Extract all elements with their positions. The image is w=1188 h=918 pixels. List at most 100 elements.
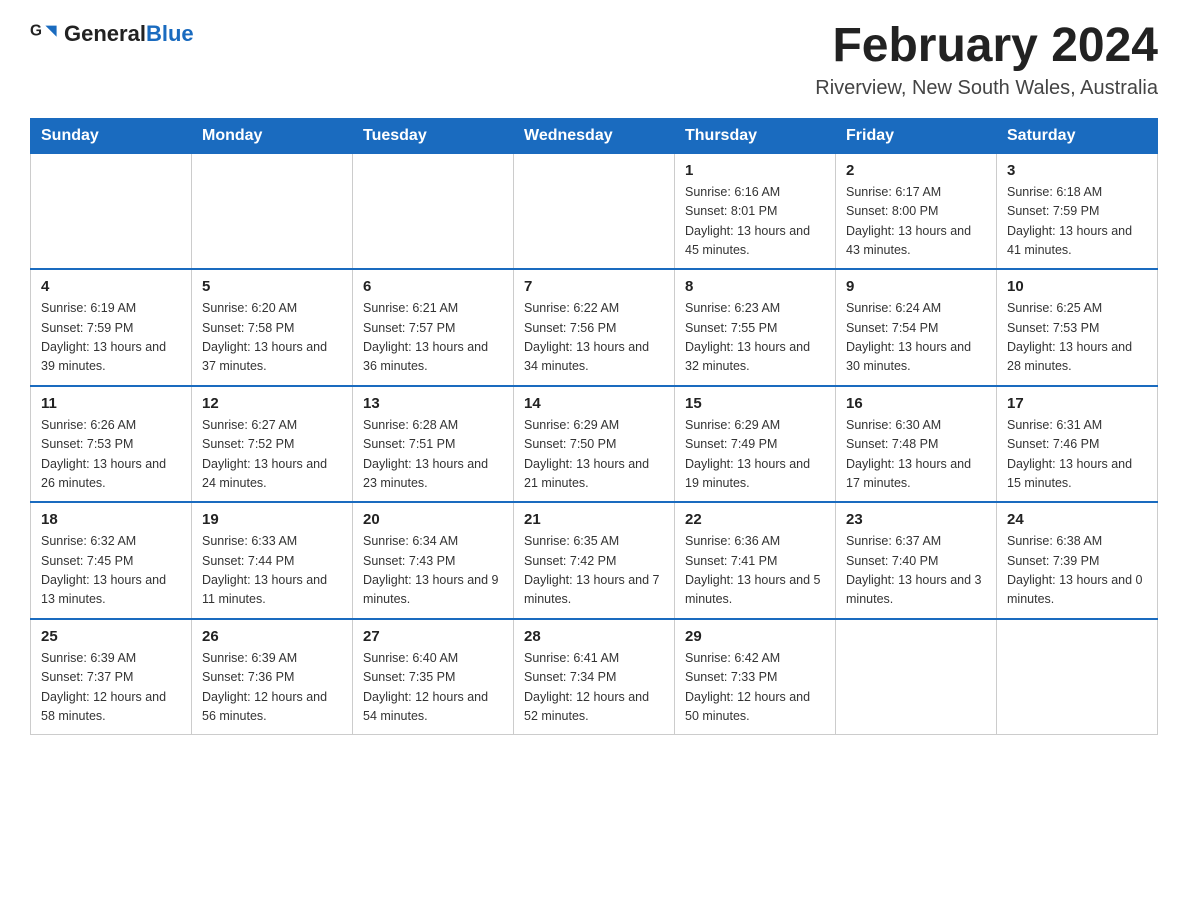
calendar-day-cell: 14 Sunrise: 6:29 AM Sunset: 7:50 PM Dayli… [514,386,675,503]
calendar-day-cell: 10 Sunrise: 6:25 AM Sunset: 7:53 PM Dayli… [997,269,1158,386]
day-info: Sunrise: 6:24 AM Sunset: 7:54 PM Dayligh… [846,299,986,377]
day-number: 18 [41,511,181,528]
calendar-day-cell: 19 Sunrise: 6:33 AM Sunset: 7:44 PM Dayli… [192,502,353,619]
calendar-day-cell [514,153,675,269]
day-info: Sunrise: 6:35 AM Sunset: 7:42 PM Dayligh… [524,532,664,610]
day-number: 3 [1007,162,1147,179]
calendar-week-row: 25Sunrise: 6:39 AM Sunset: 7:37 PM Dayli… [31,619,1158,735]
logo-general-text: General [64,21,146,46]
day-number: 5 [202,278,342,295]
calendar-day-cell: 26Sunrise: 6:39 AM Sunset: 7:36 PM Dayli… [192,619,353,735]
day-number: 23 [846,511,986,528]
calendar-day-cell: 27 Sunrise: 6:40 AM Sunset: 7:35 PM Dayli… [353,619,514,735]
day-info: Sunrise: 6:18 AM Sunset: 7:59 PM Dayligh… [1007,183,1147,261]
day-number: 17 [1007,395,1147,412]
day-number: 28 [524,628,664,645]
day-info: Sunrise: 6:26 AM Sunset: 7:53 PM Dayligh… [41,416,181,494]
day-info: Sunrise: 6:32 AM Sunset: 7:45 PM Dayligh… [41,532,181,610]
calendar-day-cell: 1Sunrise: 6:16 AM Sunset: 8:01 PM Daylig… [675,153,836,269]
day-info: Sunrise: 6:19 AM Sunset: 7:59 PM Dayligh… [41,299,181,377]
calendar-day-cell [997,619,1158,735]
day-of-week-header: Tuesday [353,118,514,153]
day-number: 9 [846,278,986,295]
day-info: Sunrise: 6:40 AM Sunset: 7:35 PM Dayligh… [363,649,503,727]
calendar-day-cell: 15 Sunrise: 6:29 AM Sunset: 7:49 PM Dayli… [675,386,836,503]
calendar-table: SundayMondayTuesdayWednesdayThursdayFrid… [30,118,1158,736]
calendar-day-cell: 6Sunrise: 6:21 AM Sunset: 7:57 PM Daylig… [353,269,514,386]
day-info: Sunrise: 6:29 AM Sunset: 7:50 PM Dayligh… [524,416,664,494]
page-header: G GeneralBlue February 2024 Riverview, N… [30,20,1158,100]
day-number: 14 [524,395,664,412]
calendar-day-cell: 23 Sunrise: 6:37 AM Sunset: 7:40 PM Dayli… [836,502,997,619]
day-number: 27 [363,628,503,645]
day-info: Sunrise: 6:30 AM Sunset: 7:48 PM Dayligh… [846,416,986,494]
calendar-day-cell: 13Sunrise: 6:28 AM Sunset: 7:51 PM Dayli… [353,386,514,503]
day-number: 15 [685,395,825,412]
day-info: Sunrise: 6:31 AM Sunset: 7:46 PM Dayligh… [1007,416,1147,494]
calendar-day-cell: 16Sunrise: 6:30 AM Sunset: 7:48 PM Dayli… [836,386,997,503]
title-block: February 2024 Riverview, New South Wales… [815,20,1158,100]
svg-text:G: G [30,22,42,39]
day-number: 26 [202,628,342,645]
calendar-day-cell: 29 Sunrise: 6:42 AM Sunset: 7:33 PM Dayli… [675,619,836,735]
day-of-week-header: Sunday [31,118,192,153]
day-number: 10 [1007,278,1147,295]
day-number: 20 [363,511,503,528]
day-number: 7 [524,278,664,295]
calendar-day-cell: 2Sunrise: 6:17 AM Sunset: 8:00 PM Daylig… [836,153,997,269]
day-number: 11 [41,395,181,412]
calendar-day-cell: 3 Sunrise: 6:18 AM Sunset: 7:59 PM Daylig… [997,153,1158,269]
calendar-week-row: 11 Sunrise: 6:26 AM Sunset: 7:53 PM Dayli… [31,386,1158,503]
day-info: Sunrise: 6:33 AM Sunset: 7:44 PM Dayligh… [202,532,342,610]
day-of-week-header: Monday [192,118,353,153]
day-info: Sunrise: 6:29 AM Sunset: 7:49 PM Dayligh… [685,416,825,494]
day-info: Sunrise: 6:42 AM Sunset: 7:33 PM Dayligh… [685,649,825,727]
calendar-day-cell: 7 Sunrise: 6:22 AM Sunset: 7:56 PM Daylig… [514,269,675,386]
calendar-day-cell [192,153,353,269]
calendar-day-cell: 20 Sunrise: 6:34 AM Sunset: 7:43 PM Dayli… [353,502,514,619]
calendar-day-cell [31,153,192,269]
calendar-day-cell: 8 Sunrise: 6:23 AM Sunset: 7:55 PM Daylig… [675,269,836,386]
calendar-day-cell [836,619,997,735]
day-info: Sunrise: 6:38 AM Sunset: 7:39 PM Dayligh… [1007,532,1147,610]
day-info: Sunrise: 6:17 AM Sunset: 8:00 PM Dayligh… [846,183,986,261]
day-info: Sunrise: 6:16 AM Sunset: 8:01 PM Dayligh… [685,183,825,261]
calendar-day-cell: 21 Sunrise: 6:35 AM Sunset: 7:42 PM Dayli… [514,502,675,619]
calendar-day-cell: 24 Sunrise: 6:38 AM Sunset: 7:39 PM Dayli… [997,502,1158,619]
day-info: Sunrise: 6:27 AM Sunset: 7:52 PM Dayligh… [202,416,342,494]
day-info: Sunrise: 6:34 AM Sunset: 7:43 PM Dayligh… [363,532,503,610]
calendar-day-cell: 17 Sunrise: 6:31 AM Sunset: 7:46 PM Dayli… [997,386,1158,503]
day-number: 25 [41,628,181,645]
calendar-day-cell: 5 Sunrise: 6:20 AM Sunset: 7:58 PM Daylig… [192,269,353,386]
calendar-week-row: 18 Sunrise: 6:32 AM Sunset: 7:45 PM Dayli… [31,502,1158,619]
day-of-week-header: Thursday [675,118,836,153]
day-of-week-header: Friday [836,118,997,153]
day-number: 22 [685,511,825,528]
calendar-day-cell [353,153,514,269]
day-info: Sunrise: 6:25 AM Sunset: 7:53 PM Dayligh… [1007,299,1147,377]
calendar-day-cell: 28Sunrise: 6:41 AM Sunset: 7:34 PM Dayli… [514,619,675,735]
day-number: 21 [524,511,664,528]
calendar-day-cell: 4 Sunrise: 6:19 AM Sunset: 7:59 PM Daylig… [31,269,192,386]
day-info: Sunrise: 6:22 AM Sunset: 7:56 PM Dayligh… [524,299,664,377]
day-info: Sunrise: 6:21 AM Sunset: 7:57 PM Dayligh… [363,299,503,377]
day-info: Sunrise: 6:20 AM Sunset: 7:58 PM Dayligh… [202,299,342,377]
calendar-day-cell: 12Sunrise: 6:27 AM Sunset: 7:52 PM Dayli… [192,386,353,503]
generalblue-icon: G [30,20,58,48]
calendar-header-row: SundayMondayTuesdayWednesdayThursdayFrid… [31,118,1158,153]
calendar-day-cell: 11 Sunrise: 6:26 AM Sunset: 7:53 PM Dayli… [31,386,192,503]
day-number: 24 [1007,511,1147,528]
day-number: 29 [685,628,825,645]
day-number: 8 [685,278,825,295]
calendar-day-cell: 9 Sunrise: 6:24 AM Sunset: 7:54 PM Daylig… [836,269,997,386]
day-info: Sunrise: 6:23 AM Sunset: 7:55 PM Dayligh… [685,299,825,377]
day-info: Sunrise: 6:36 AM Sunset: 7:41 PM Dayligh… [685,532,825,610]
day-info: Sunrise: 6:37 AM Sunset: 7:40 PM Dayligh… [846,532,986,610]
day-number: 19 [202,511,342,528]
day-number: 4 [41,278,181,295]
calendar-subtitle: Riverview, New South Wales, Australia [815,77,1158,100]
calendar-day-cell: 18 Sunrise: 6:32 AM Sunset: 7:45 PM Dayli… [31,502,192,619]
calendar-title: February 2024 [815,20,1158,73]
calendar-week-row: 4 Sunrise: 6:19 AM Sunset: 7:59 PM Daylig… [31,269,1158,386]
logo: G GeneralBlue [30,20,194,48]
